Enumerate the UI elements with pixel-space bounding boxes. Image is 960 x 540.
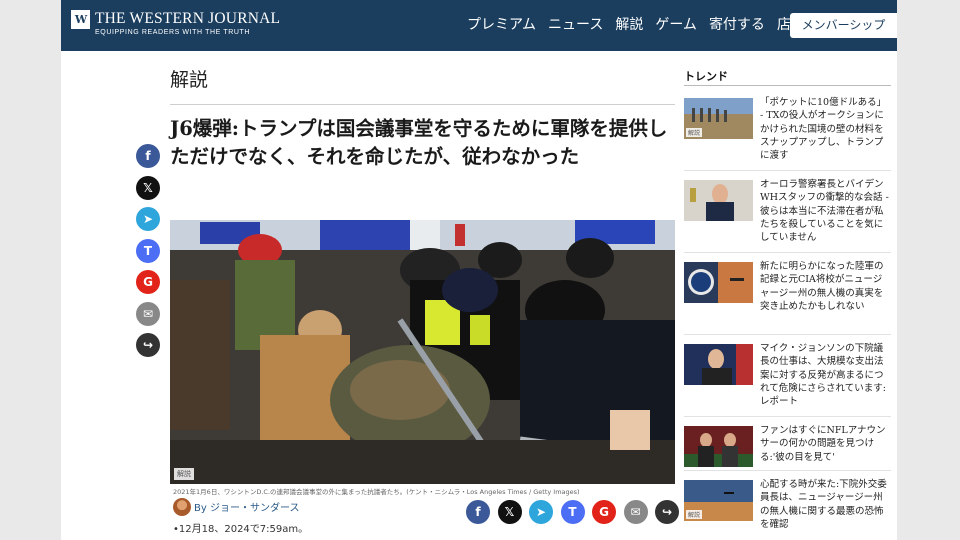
image-caption: 2021年1月6日、ワシントンD.C.の連邦議会議事堂の外に集まった抗議者たち。… [173,488,580,496]
nav-commentary[interactable]: 解説 [615,15,643,35]
trending-headline[interactable]: 心配する時が来た:下院外交委員長は、ニュージャージー州の無人機に関する最悪の恐怖… [760,478,890,531]
mail-icon[interactable]: ✉ [623,500,648,524]
page: W THE WESTERN JOURNAL EQUIPPING READERS … [61,0,897,540]
section-label: 解説 [170,69,209,91]
nav-store[interactable]: 店 [777,15,791,35]
trending-item[interactable]: マイク・ジョンソンの下院議長の仕事は、大規模な支出法案に対する反発が高まるにつれ… [684,342,894,414]
trending-item[interactable]: 解説 心配する時が来た:下院外交委員長は、ニュージャージー州の無人機に関する最悪… [684,478,894,540]
trending-tag: 解説 [686,128,703,137]
police-chief-photo [684,180,753,221]
x-icon[interactable]: 𝕏 [136,175,160,200]
share-row: f 𝕏 ➤ T G ✉ ↪ [466,500,679,524]
trending-item[interactable]: オーロラ警察署長とバイデンWHスタッフの衝撃的な会話 - 彼らは本当に不法滞在者… [684,178,894,250]
site-logo[interactable]: W THE WESTERN JOURNAL EQUIPPING READERS … [71,10,280,38]
trending-thumbnail[interactable]: 解説 [684,480,753,521]
gettr-icon[interactable]: G [136,270,160,294]
trending-thumbnail[interactable] [684,426,753,467]
telegram-icon[interactable]: ➤ [529,500,553,524]
trending-thumbnail[interactable] [684,262,753,303]
trending-headline[interactable]: オーロラ警察署長とバイデンWHスタッフの衝撃的な会話 - 彼らは本当に不法滞在者… [760,178,890,244]
membership-button[interactable]: メンバーシップ [790,13,897,38]
logo-text: THE WESTERN JOURNAL EQUIPPING READERS WI… [95,10,280,38]
top-navigation-bar: W THE WESTERN JOURNAL EQUIPPING READERS … [61,0,897,51]
trending-divider [684,85,891,86]
trending-item[interactable]: 新たに明らかになった陸軍の記録と元CIA将校がニュージャージー州の無人機の真実を… [684,260,894,332]
nav-games[interactable]: ゲーム [655,15,697,35]
trending-headline[interactable]: ファンはすぐにNFLアナウンサーの何かの問題を見つける:'彼の目を見て' [760,424,890,464]
hero-image: 解説 [170,220,675,484]
trending-headline[interactable]: マイク・ジョンソンの下院議長の仕事は、大規模な支出法案に対する反発が高まるにつれ… [760,342,890,408]
trending-divider [684,334,891,335]
facebook-icon[interactable]: f [136,144,160,168]
nav-news[interactable]: ニュース [548,15,603,35]
cia-drone-photo [684,262,753,303]
truth-social-icon[interactable]: T [560,500,585,524]
telegram-icon[interactable]: ➤ [136,207,160,231]
article-headline: J6爆弾:トランプは国会議事堂を守るために軍隊を提供しただけでなく、それを命じた… [170,117,668,168]
trending-thumbnail[interactable] [684,180,753,221]
trending-heading: トレンド [684,70,728,83]
logo-subtitle: EQUIPPING READERS WITH THE TRUTH [95,29,251,36]
trending-tag: 解説 [686,510,703,519]
divider [170,104,675,105]
trending-item[interactable]: 解説 「ポケットに10億ドルある」 - TXの役人がオークションにかけられた国境… [684,96,894,168]
trending-headline[interactable]: 新たに明らかになった陸軍の記録と元CIA将校がニュージャージー州の無人機の真実を… [760,260,890,313]
x-icon[interactable]: 𝕏 [497,500,522,524]
gettr-icon[interactable]: G [592,500,616,524]
share-sidebar: f 𝕏 ➤ T G ✉ ↪ [136,144,160,357]
trending-thumbnail[interactable] [684,344,753,385]
logo-mark-icon: W [71,10,90,29]
trending-divider [684,470,891,471]
trending-headline[interactable]: 「ポケットに10億ドルある」 - TXの役人がオークションにかけられた国境の壁の… [760,96,890,162]
hero-category-tag: 解説 [174,468,194,480]
main-nav: プレミアム ニュース 解説 ゲーム 寄付する 店 [467,15,803,35]
author-avatar[interactable] [173,498,191,516]
nav-donate[interactable]: 寄付する [709,15,765,35]
logo-title: THE WESTERN JOURNAL [95,10,281,27]
truth-social-icon[interactable]: T [136,238,160,263]
share-icon[interactable]: ↪ [136,333,160,357]
speaker-photo [684,344,753,385]
crowd-photo [170,220,675,484]
share-icon[interactable]: ↪ [655,500,679,524]
publish-date: •12月18、2024で7:59am。 [173,524,309,535]
trending-divider [684,252,891,253]
facebook-icon[interactable]: f [466,500,490,524]
nav-premium[interactable]: プレミアム [467,15,536,35]
author-byline[interactable]: By ジョー・サンダース [194,499,299,514]
trending-thumbnail[interactable]: 解説 [684,98,753,139]
nfl-announcers-photo [684,426,753,467]
trending-divider [684,170,891,171]
mail-icon[interactable]: ✉ [136,301,160,326]
trending-divider [684,416,891,417]
